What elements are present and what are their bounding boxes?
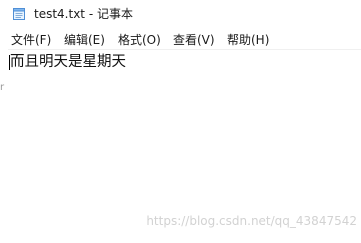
menu-bar: 文件(F) 编辑(E) 格式(O) 查看(V) 帮助(H) (0, 30, 361, 49)
window-title: test4.txt - 记事本 (34, 7, 133, 21)
menu-edit[interactable]: 编辑(E) (64, 32, 105, 48)
clipped-edge-glyph: r (0, 82, 5, 93)
menu-file[interactable]: 文件(F) (11, 32, 51, 48)
title-bar[interactable]: test4.txt - 记事本 (0, 0, 361, 30)
menu-help[interactable]: 帮助(H) (227, 32, 269, 48)
notepad-icon (13, 8, 25, 20)
watermark-text: https://blog.csdn.net/qq_43847542 (146, 214, 357, 228)
menu-view[interactable]: 查看(V) (173, 32, 215, 48)
notepad-window: test4.txt - 记事本 文件(F) 编辑(E) 格式(O) 查看(V) … (0, 0, 361, 243)
editor-text[interactable]: 而且明天是星期天 (10, 54, 126, 71)
menu-format[interactable]: 格式(O) (118, 32, 161, 48)
editor-left-margin (0, 49, 8, 243)
